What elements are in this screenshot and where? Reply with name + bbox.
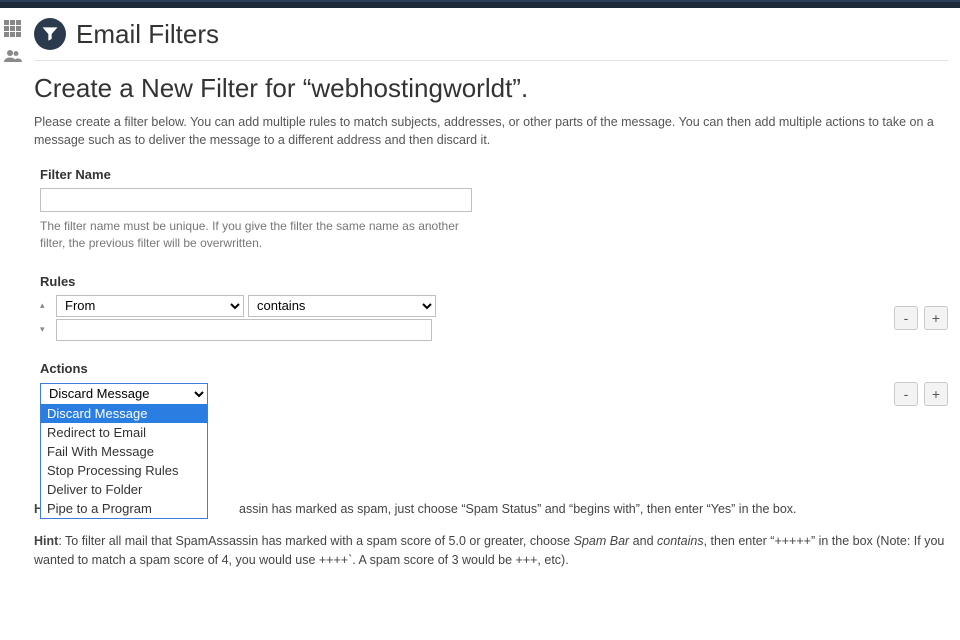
action-dropdown-open: Discard Message Redirect to Email Fail W… xyxy=(40,404,208,519)
rule-field-select[interactable]: From xyxy=(56,295,244,317)
rule-add-button[interactable]: + xyxy=(924,306,948,330)
action-remove-button[interactable]: - xyxy=(894,382,918,406)
page-title: Email Filters xyxy=(76,19,219,50)
title-bar: Email Filters xyxy=(34,16,948,56)
arrow-up-icon[interactable]: ▴ xyxy=(40,299,52,313)
action-option[interactable]: Fail With Message xyxy=(41,442,207,461)
section-heading: Create a New Filter for “webhostingworld… xyxy=(34,73,948,104)
rules-label: Rules xyxy=(40,274,948,289)
hint-2: Hint: To filter all mail that SpamAssass… xyxy=(34,532,948,570)
left-nav xyxy=(0,8,28,66)
filter-name-label: Filter Name xyxy=(40,167,948,182)
filter-name-input[interactable] xyxy=(40,188,472,212)
rule-value-input[interactable] xyxy=(56,319,432,341)
action-option[interactable]: Stop Processing Rules xyxy=(41,461,207,480)
actions-block: Actions Discard Message Discard Message … xyxy=(40,361,948,406)
action-option[interactable]: Discard Message xyxy=(41,404,207,423)
rule-condition-select[interactable]: contains xyxy=(248,295,436,317)
actions-label: Actions xyxy=(40,361,948,376)
rule-remove-button[interactable]: - xyxy=(894,306,918,330)
action-add-button[interactable]: + xyxy=(924,382,948,406)
funnel-icon xyxy=(34,18,66,50)
arrow-down-icon[interactable]: ▾ xyxy=(40,323,52,337)
rule-row: ▴ ▾ From contains - + xyxy=(40,295,948,341)
users-icon[interactable] xyxy=(3,49,28,66)
action-option[interactable]: Redirect to Email xyxy=(41,423,207,442)
action-option[interactable]: Pipe to a Program xyxy=(41,499,207,518)
action-select[interactable]: Discard Message xyxy=(40,383,208,405)
rule-add-remove: - + xyxy=(894,306,948,330)
reorder-arrows: ▴ ▾ xyxy=(40,299,52,337)
top-bar xyxy=(0,0,960,8)
separator xyxy=(34,60,948,61)
filter-name-help: The filter name must be unique. If you g… xyxy=(40,218,480,252)
apps-grid-icon[interactable] xyxy=(4,20,28,37)
action-option[interactable]: Deliver to Folder xyxy=(41,480,207,499)
intro-text: Please create a filter below. You can ad… xyxy=(34,114,948,149)
action-add-remove: - + xyxy=(894,382,948,406)
bottom-spacer xyxy=(0,604,960,640)
